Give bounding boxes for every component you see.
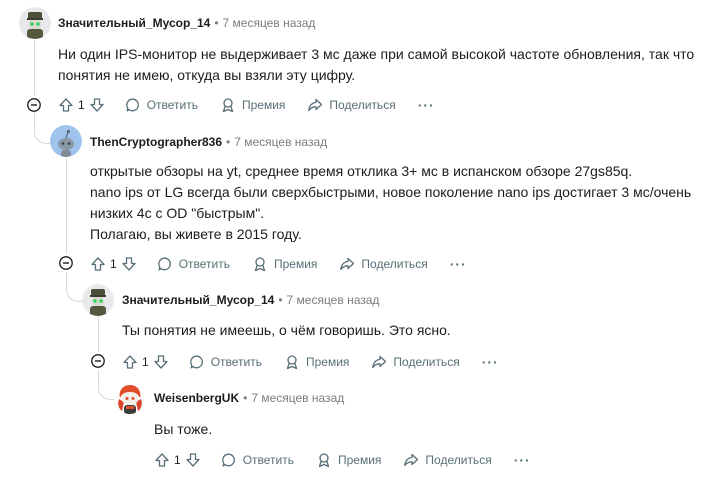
share-label: Поделиться (361, 257, 428, 271)
award-medal-icon (222, 98, 234, 113)
comment-text-line: nano ips от LG всегда были сверхбыстрыми… (90, 184, 692, 200)
separator-dot: • (278, 293, 283, 307)
comment-body: открытые обзоры на yt, среднее время отк… (90, 161, 691, 245)
comment-text-line: Ты понятия не имеешь, о чём говоришь. Эт… (122, 322, 451, 338)
comment-text-line: открытые обзоры на yt, среднее время отк… (90, 163, 633, 179)
award-medal-icon (286, 355, 298, 370)
downvote-icon[interactable] (153, 354, 169, 370)
share-arrow-icon (340, 257, 355, 271)
more-options-button[interactable]: ··· (514, 452, 531, 468)
comment-text-line: низких 4с с OD "быстрым". (90, 205, 265, 221)
timestamp[interactable]: 7 месяцев назад (234, 135, 327, 149)
separator-dot: • (226, 135, 231, 149)
vote-group: 1 (154, 452, 201, 468)
red-hair-snoo-avatar-icon (114, 382, 146, 414)
speech-bubble-icon (189, 355, 203, 369)
award-label: Премия (337, 453, 382, 467)
share-button[interactable]: Поделиться (339, 256, 428, 272)
vote-group: 1 (122, 354, 169, 370)
comment-actions: 1 Ответить Премия Поделиться ··· (154, 450, 531, 470)
share-arrow-icon (404, 453, 419, 467)
collapse-thread-icon[interactable] (91, 354, 105, 368)
award-button[interactable]: Премия (316, 452, 381, 468)
comment-text-line: понятия не имею, откуда вы взяли эту циф… (58, 67, 356, 83)
avatar[interactable] (114, 382, 146, 414)
share-button[interactable]: Поделиться (403, 452, 492, 468)
comment-actions: 1 Ответить Премия Поделиться ··· (122, 352, 499, 372)
share-label: Поделиться (393, 355, 460, 369)
award-label: Премия (273, 257, 318, 271)
separator-dot: • (214, 16, 219, 30)
comment-actions: 1 Ответить Премия Поделиться ··· (90, 254, 467, 274)
robot-soldier-avatar-icon (82, 284, 114, 316)
thread-line-level-1 (66, 158, 67, 254)
collapse-thread-icon[interactable] (59, 256, 73, 270)
reply-label: Ответить (210, 355, 262, 369)
separator-dot: • (243, 391, 248, 405)
share-button[interactable]: Поделиться (371, 354, 460, 370)
timestamp[interactable]: 7 месяцев назад (287, 293, 380, 307)
avatar[interactable] (50, 125, 82, 157)
reply-label: Ответить (178, 257, 230, 271)
author-name[interactable]: WeisenbergUK (154, 391, 239, 405)
comment-body: Ни один IPS-монитор не выдерживает 3 мс … (58, 44, 694, 86)
award-button[interactable]: Премия (220, 97, 285, 113)
avatar[interactable] (19, 7, 51, 39)
reply-label: Ответить (242, 453, 294, 467)
timestamp[interactable]: 7 месяцев назад (223, 16, 316, 30)
downvote-icon[interactable] (185, 452, 201, 468)
timestamp[interactable]: 7 месяцев назад (251, 391, 344, 405)
more-options-button[interactable]: ··· (450, 256, 467, 272)
reply-label: Ответить (146, 98, 198, 112)
speech-bubble-icon (125, 98, 139, 112)
vote-group: 1 (58, 97, 105, 113)
comment-text-line: Полагаю, вы живете в 2015 году. (90, 226, 302, 242)
share-label: Поделиться (425, 453, 492, 467)
upvote-icon[interactable] (58, 97, 74, 113)
author-name[interactable]: Значительный_Мусор_14 (122, 293, 274, 307)
vote-group: 1 (90, 256, 137, 272)
reply-button[interactable]: Ответить (157, 256, 230, 272)
upvote-icon[interactable] (122, 354, 138, 370)
comment-body: Вы тоже. (154, 419, 212, 440)
reply-button[interactable]: Ответить (125, 97, 198, 113)
award-label: Премия (305, 355, 350, 369)
default-snoo-avatar-icon (50, 125, 82, 157)
award-button[interactable]: Премия (284, 354, 349, 370)
award-button[interactable]: Премия (252, 256, 317, 272)
comment-text-line: Ни один IPS-монитор не выдерживает 3 мс … (58, 46, 695, 62)
award-medal-icon (254, 257, 266, 272)
share-arrow-icon (372, 355, 387, 369)
speech-bubble-icon (221, 453, 235, 467)
award-label: Премия (241, 98, 286, 112)
downvote-icon[interactable] (121, 256, 137, 272)
downvote-icon[interactable] (89, 97, 105, 113)
vote-count: 1 (174, 453, 181, 467)
share-label: Поделиться (329, 98, 396, 112)
thread-line-level-2 (98, 316, 99, 352)
upvote-icon[interactable] (90, 256, 106, 272)
author-name[interactable]: ThenCryptographer836 (90, 135, 222, 149)
comment-text-line: Вы тоже. (154, 421, 213, 437)
vote-count: 1 (142, 355, 149, 369)
upvote-icon[interactable] (154, 452, 170, 468)
more-options-button[interactable]: ··· (418, 97, 435, 113)
thread-line-level-0 (34, 40, 35, 95)
comment-actions: 1 Ответить Премия Поделиться ··· (58, 95, 435, 115)
award-medal-icon (318, 453, 330, 468)
robot-soldier-avatar-icon (19, 7, 51, 39)
share-button[interactable]: Поделиться (307, 97, 396, 113)
more-options-button[interactable]: ··· (482, 354, 499, 370)
reply-button[interactable]: Ответить (189, 354, 262, 370)
reply-button[interactable]: Ответить (221, 452, 294, 468)
collapse-thread-icon[interactable] (27, 98, 41, 112)
vote-count: 1 (78, 98, 85, 112)
speech-bubble-icon (157, 257, 171, 271)
comment-body: Ты понятия не имеешь, о чём говоришь. Эт… (122, 320, 451, 341)
avatar[interactable] (82, 284, 114, 316)
author-name[interactable]: Значительный_Мусор_14 (58, 16, 210, 30)
vote-count: 1 (110, 257, 117, 271)
share-arrow-icon (308, 98, 323, 112)
